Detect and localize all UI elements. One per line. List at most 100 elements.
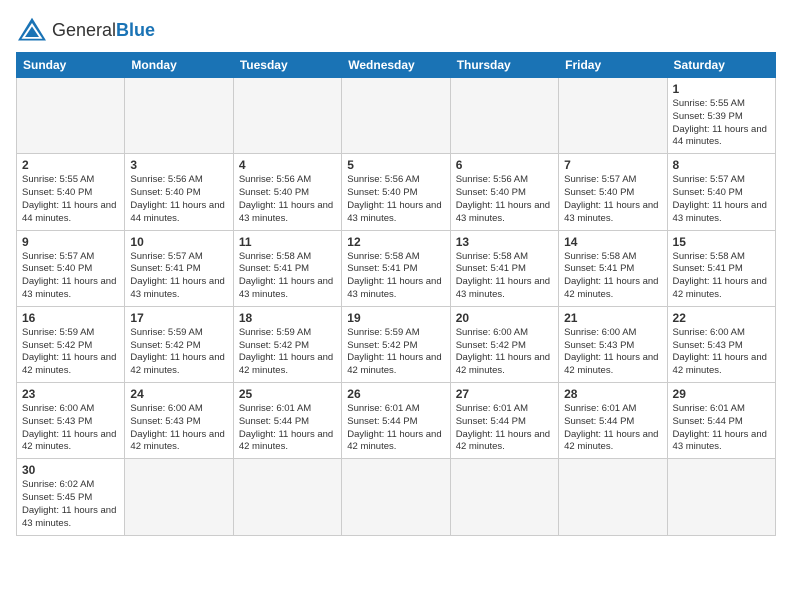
day-number: 11 [239,235,336,249]
day-info: Sunrise: 6:02 AM Sunset: 5:45 PM Dayligh… [22,479,119,530]
day-info: Sunrise: 5:58 AM Sunset: 5:41 PM Dayligh… [347,251,444,302]
day-info: Sunrise: 5:56 AM Sunset: 5:40 PM Dayligh… [347,174,444,225]
day-number: 17 [130,311,227,325]
calendar-cell: 17 Sunrise: 5:59 AM Sunset: 5:42 PM Dayli… [125,306,233,382]
col-header-tuesday: Tuesday [233,53,341,78]
day-info: Sunrise: 5:56 AM Sunset: 5:40 PM Dayligh… [456,174,553,225]
day-info: Sunrise: 5:59 AM Sunset: 5:42 PM Dayligh… [347,327,444,378]
calendar-cell: 19 Sunrise: 5:59 AM Sunset: 5:42 PM Dayli… [342,306,450,382]
logo-icon [16,16,48,44]
day-number: 10 [130,235,227,249]
day-info: Sunrise: 6:01 AM Sunset: 5:44 PM Dayligh… [239,403,336,454]
logo-text: GeneralBlue [52,20,155,41]
calendar-cell: 9Sunrise: 5:57 AM Sunset: 5:40 PM Daylig… [17,230,125,306]
calendar-cell: 6 Sunrise: 5:56 AM Sunset: 5:40 PM Daylig… [450,154,558,230]
day-number: 23 [22,387,119,401]
day-number: 13 [456,235,553,249]
calendar-week-row: 23 Sunrise: 6:00 AM Sunset: 5:43 PM Dayli… [17,383,776,459]
day-number: 27 [456,387,553,401]
calendar-cell [125,459,233,535]
day-info: Sunrise: 5:59 AM Sunset: 5:42 PM Dayligh… [239,327,336,378]
col-header-monday: Monday [125,53,233,78]
calendar-cell [559,78,667,154]
day-number: 15 [673,235,770,249]
day-number: 2 [22,158,119,172]
day-number: 4 [239,158,336,172]
day-info: Sunrise: 5:57 AM Sunset: 5:40 PM Dayligh… [22,251,119,302]
day-info: Sunrise: 6:01 AM Sunset: 5:44 PM Dayligh… [347,403,444,454]
calendar-cell: 25 Sunrise: 6:01 AM Sunset: 5:44 PM Dayli… [233,383,341,459]
calendar-cell: 30Sunrise: 6:02 AM Sunset: 5:45 PM Dayli… [17,459,125,535]
day-info: Sunrise: 6:00 AM Sunset: 5:43 PM Dayligh… [564,327,661,378]
calendar-cell: 12 Sunrise: 5:58 AM Sunset: 5:41 PM Dayli… [342,230,450,306]
day-number: 25 [239,387,336,401]
calendar-week-row: 9Sunrise: 5:57 AM Sunset: 5:40 PM Daylig… [17,230,776,306]
col-header-saturday: Saturday [667,53,775,78]
calendar-cell: 14Sunrise: 5:58 AM Sunset: 5:41 PM Dayli… [559,230,667,306]
day-info: Sunrise: 5:59 AM Sunset: 5:42 PM Dayligh… [130,327,227,378]
day-number: 26 [347,387,444,401]
day-number: 8 [673,158,770,172]
calendar-cell: 28 Sunrise: 6:01 AM Sunset: 5:44 PM Dayli… [559,383,667,459]
calendar-cell: 21Sunrise: 6:00 AM Sunset: 5:43 PM Dayli… [559,306,667,382]
day-info: Sunrise: 6:01 AM Sunset: 5:44 PM Dayligh… [456,403,553,454]
calendar-cell: 20Sunrise: 6:00 AM Sunset: 5:42 PM Dayli… [450,306,558,382]
calendar-cell [450,78,558,154]
day-number: 1 [673,82,770,96]
col-header-wednesday: Wednesday [342,53,450,78]
calendar-cell [233,78,341,154]
day-info: Sunrise: 5:56 AM Sunset: 5:40 PM Dayligh… [130,174,227,225]
calendar-cell: 16Sunrise: 5:59 AM Sunset: 5:42 PM Dayli… [17,306,125,382]
day-number: 24 [130,387,227,401]
day-info: Sunrise: 5:59 AM Sunset: 5:42 PM Dayligh… [22,327,119,378]
calendar-cell: 24 Sunrise: 6:00 AM Sunset: 5:43 PM Dayli… [125,383,233,459]
calendar-cell: 22Sunrise: 6:00 AM Sunset: 5:43 PM Dayli… [667,306,775,382]
day-info: Sunrise: 6:01 AM Sunset: 5:44 PM Dayligh… [673,403,770,454]
day-number: 19 [347,311,444,325]
calendar-cell: 18 Sunrise: 5:59 AM Sunset: 5:42 PM Dayli… [233,306,341,382]
calendar-cell [450,459,558,535]
calendar-cell: 2 Sunrise: 5:55 AM Sunset: 5:40 PM Daylig… [17,154,125,230]
calendar-cell [559,459,667,535]
calendar-cell: 4Sunrise: 5:56 AM Sunset: 5:40 PM Daylig… [233,154,341,230]
calendar-cell: 27 Sunrise: 6:01 AM Sunset: 5:44 PM Dayli… [450,383,558,459]
day-number: 18 [239,311,336,325]
day-number: 3 [130,158,227,172]
calendar-cell [233,459,341,535]
day-info: Sunrise: 6:01 AM Sunset: 5:44 PM Dayligh… [564,403,661,454]
day-info: Sunrise: 5:55 AM Sunset: 5:40 PM Dayligh… [22,174,119,225]
day-number: 6 [456,158,553,172]
calendar-cell [17,78,125,154]
day-info: Sunrise: 6:00 AM Sunset: 5:43 PM Dayligh… [130,403,227,454]
day-info: Sunrise: 5:57 AM Sunset: 5:41 PM Dayligh… [130,251,227,302]
calendar-cell: 5Sunrise: 5:56 AM Sunset: 5:40 PM Daylig… [342,154,450,230]
col-header-thursday: Thursday [450,53,558,78]
calendar-cell: 15 Sunrise: 5:58 AM Sunset: 5:41 PM Dayli… [667,230,775,306]
calendar-cell: 13 Sunrise: 5:58 AM Sunset: 5:41 PM Dayli… [450,230,558,306]
day-number: 12 [347,235,444,249]
day-info: Sunrise: 5:58 AM Sunset: 5:41 PM Dayligh… [456,251,553,302]
day-number: 22 [673,311,770,325]
day-number: 29 [673,387,770,401]
col-header-friday: Friday [559,53,667,78]
calendar-cell: 23Sunrise: 6:00 AM Sunset: 5:43 PM Dayli… [17,383,125,459]
calendar-cell: 11Sunrise: 5:58 AM Sunset: 5:41 PM Dayli… [233,230,341,306]
day-number: 28 [564,387,661,401]
calendar-cell [342,459,450,535]
calendar-cell [342,78,450,154]
calendar-cell: 8 Sunrise: 5:57 AM Sunset: 5:40 PM Daylig… [667,154,775,230]
calendar-cell: 7Sunrise: 5:57 AM Sunset: 5:40 PM Daylig… [559,154,667,230]
day-info: Sunrise: 5:58 AM Sunset: 5:41 PM Dayligh… [564,251,661,302]
day-info: Sunrise: 5:58 AM Sunset: 5:41 PM Dayligh… [673,251,770,302]
calendar-header-row: SundayMondayTuesdayWednesdayThursdayFrid… [17,53,776,78]
calendar-week-row: 16Sunrise: 5:59 AM Sunset: 5:42 PM Dayli… [17,306,776,382]
calendar: SundayMondayTuesdayWednesdayThursdayFrid… [16,52,776,536]
day-info: Sunrise: 6:00 AM Sunset: 5:42 PM Dayligh… [456,327,553,378]
calendar-cell: 3 Sunrise: 5:56 AM Sunset: 5:40 PM Daylig… [125,154,233,230]
day-info: Sunrise: 5:55 AM Sunset: 5:39 PM Dayligh… [673,98,770,149]
day-info: Sunrise: 5:57 AM Sunset: 5:40 PM Dayligh… [673,174,770,225]
calendar-week-row: 2 Sunrise: 5:55 AM Sunset: 5:40 PM Daylig… [17,154,776,230]
page-header: GeneralBlue [16,16,776,44]
calendar-cell: 10 Sunrise: 5:57 AM Sunset: 5:41 PM Dayli… [125,230,233,306]
calendar-cell: 26 Sunrise: 6:01 AM Sunset: 5:44 PM Dayli… [342,383,450,459]
